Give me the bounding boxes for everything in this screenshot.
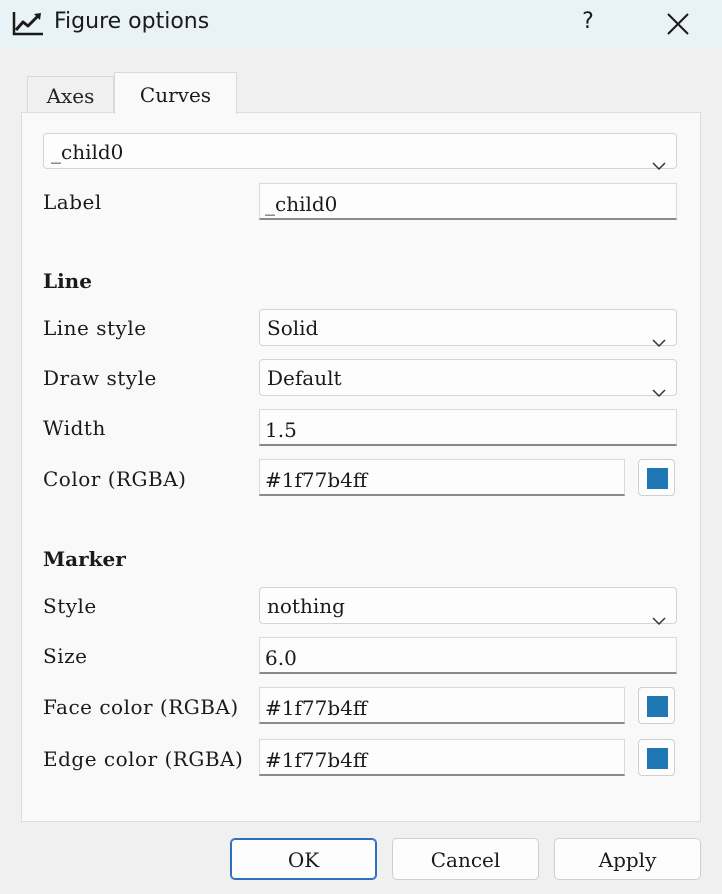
apply-button[interactable]: Apply	[554, 838, 701, 880]
curve-select[interactable]: _child0	[43, 133, 677, 171]
line-color-label: Color (RGBA)	[43, 467, 187, 491]
face-color-swatch	[647, 696, 668, 717]
title-bar: Figure options ?	[0, 0, 722, 48]
curve-select-value: _child0	[51, 140, 124, 164]
label-field-label: Label	[43, 190, 102, 214]
chevron-down-icon	[651, 323, 667, 347]
marker-style-value: nothing	[267, 594, 345, 618]
line-chart-icon	[11, 9, 45, 37]
line-section-title: Line	[43, 269, 92, 293]
draw-style-select[interactable]: Default	[259, 359, 677, 397]
face-color-label: Face color (RGBA)	[43, 695, 239, 719]
chevron-down-icon	[651, 601, 667, 625]
edge-color-label: Edge color (RGBA)	[43, 747, 244, 771]
marker-size-input[interactable]: 6.0	[259, 637, 677, 674]
edge-color-picker-button[interactable]	[638, 739, 675, 776]
marker-size-label: Size	[43, 644, 88, 668]
width-input[interactable]: 1.5	[259, 409, 677, 446]
line-color-picker-button[interactable]	[638, 459, 675, 496]
edge-color-input[interactable]: #1f77b4ff	[259, 739, 625, 776]
close-icon	[662, 13, 694, 44]
cancel-button[interactable]: Cancel	[392, 838, 539, 880]
marker-section-title: Marker	[43, 547, 126, 571]
line-style-select[interactable]: Solid	[259, 309, 677, 347]
help-button[interactable]: ?	[570, 4, 606, 42]
edge-color-swatch	[647, 748, 668, 769]
line-style-label: Line style	[43, 316, 147, 340]
marker-style-select[interactable]: nothing	[259, 587, 677, 625]
draw-style-label: Draw style	[43, 366, 157, 390]
label-input[interactable]: _child0	[259, 183, 677, 220]
line-color-input[interactable]: #1f77b4ff	[259, 459, 625, 496]
tab-curves[interactable]: Curves	[114, 72, 237, 114]
chevron-down-icon	[651, 146, 667, 171]
tab-axes[interactable]: Axes	[27, 76, 114, 112]
close-button[interactable]	[662, 8, 694, 40]
line-color-swatch	[647, 468, 668, 489]
face-color-input[interactable]: #1f77b4ff	[259, 687, 625, 724]
window-title: Figure options	[54, 9, 210, 34]
ok-button[interactable]: OK	[230, 838, 377, 880]
draw-style-value: Default	[267, 366, 342, 390]
width-label: Width	[43, 416, 106, 440]
face-color-picker-button[interactable]	[638, 687, 675, 724]
marker-style-label: Style	[43, 594, 97, 618]
chevron-down-icon	[651, 373, 667, 397]
line-style-value: Solid	[267, 316, 319, 340]
